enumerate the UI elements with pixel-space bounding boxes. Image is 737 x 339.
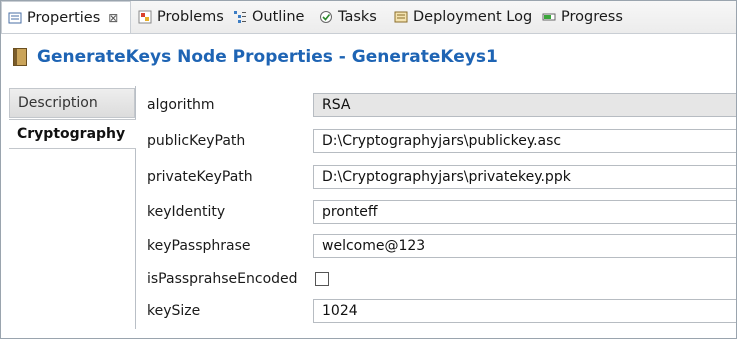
outline-icon (233, 10, 247, 24)
row-is-passphrase-encoded: isPassprahseEncoded (147, 267, 313, 291)
properties-view: Properties ⊠ Problems Outline Tasks Depl… (0, 0, 737, 339)
key-size-field[interactable] (313, 299, 736, 323)
public-key-path-field[interactable] (313, 129, 736, 153)
tab-label: Outline (252, 9, 305, 25)
row-private-key-path: privateKeyPath (147, 165, 313, 189)
tab-label: Deployment Log (413, 9, 533, 25)
tab-label: Progress (561, 9, 623, 25)
tab-progress[interactable]: Progress (542, 1, 623, 33)
key-identity-field[interactable] (313, 200, 736, 224)
tab-label: Tasks (338, 9, 377, 25)
tab-problems[interactable]: Problems (138, 1, 224, 33)
tab-description[interactable]: Description (9, 88, 135, 118)
node-icon (13, 48, 27, 66)
private-key-path-label: privateKeyPath (147, 169, 253, 185)
is-passphrase-encoded-label: isPassprahseEncoded (147, 271, 298, 287)
private-key-path-field[interactable] (313, 165, 736, 189)
tab-label: Description (18, 95, 98, 111)
progress-icon (542, 10, 556, 24)
tab-label: Properties (27, 9, 101, 26)
properties-header: GenerateKeys Node Properties - GenerateK… (1, 34, 736, 80)
tab-outline[interactable]: Outline (233, 1, 304, 33)
tab-properties[interactable]: Properties ⊠ (1, 1, 131, 33)
row-key-size: keySize (147, 299, 313, 323)
tab-tasks[interactable]: Tasks (319, 1, 377, 33)
tab-cryptography[interactable]: Cryptography (9, 119, 136, 149)
key-passphrase-field[interactable] (313, 234, 736, 258)
tab-deployment-log[interactable]: Deployment Log (394, 1, 532, 33)
page-title: GenerateKeys Node Properties - GenerateK… (37, 47, 498, 67)
key-passphrase-label: keyPassphrase (147, 238, 251, 254)
is-passphrase-encoded-checkbox[interactable] (315, 272, 329, 286)
properties-icon (8, 11, 22, 25)
row-algorithm: algorithm (147, 93, 313, 117)
row-public-key-path: publicKeyPath (147, 129, 313, 153)
view-tab-bar: Properties ⊠ Problems Outline Tasks Depl… (1, 1, 736, 34)
row-key-identity: keyIdentity (147, 200, 313, 224)
problems-icon (138, 10, 152, 24)
row-key-passphrase: keyPassphrase (147, 234, 313, 258)
algorithm-label: algorithm (147, 97, 215, 113)
algorithm-field[interactable] (313, 93, 736, 117)
public-key-path-label: publicKeyPath (147, 133, 246, 149)
deployment-log-icon (394, 10, 408, 24)
close-icon[interactable]: ⊠ (108, 11, 118, 25)
key-size-label: keySize (147, 303, 201, 319)
tab-label: Problems (157, 9, 224, 25)
key-identity-label: keyIdentity (147, 204, 226, 220)
section-tabs: Description Cryptography (9, 86, 136, 329)
tasks-icon (319, 10, 333, 24)
tab-label: Cryptography (17, 126, 126, 142)
